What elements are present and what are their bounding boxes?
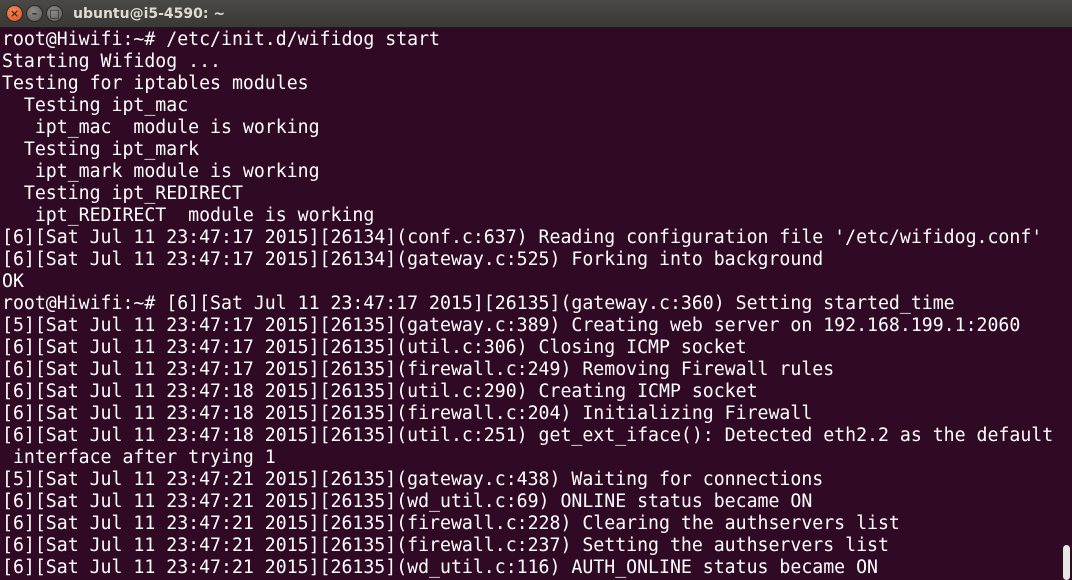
terminal-line: Testing ipt_mark <box>2 139 200 160</box>
terminal-output[interactable]: root@Hiwifi:~# /etc/init.d/wifidog start… <box>2 29 1058 580</box>
terminal-line: root@Hiwifi:~# /etc/init.d/wifidog start <box>2 29 440 50</box>
terminal-line: [6][Sat Jul 11 23:47:18 2015][26135](uti… <box>2 381 758 402</box>
terminal-line: [6][Sat Jul 11 23:47:17 2015][26135](fir… <box>2 359 835 380</box>
scrollbar[interactable] <box>1060 29 1072 580</box>
terminal-line: [6][Sat Jul 11 23:47:17 2015][26134](gat… <box>2 249 824 270</box>
terminal-line: ipt_mark module is working <box>2 161 320 182</box>
terminal-line: OK <box>2 271 24 292</box>
terminal-line: [6][Sat Jul 11 23:47:17 2015][26135](uti… <box>2 337 747 358</box>
maximize-button[interactable]: □ <box>46 5 63 22</box>
terminal-line: [6][Sat Jul 11 23:47:18 2015][26135](fir… <box>2 403 813 424</box>
terminal-line: [5][Sat Jul 11 23:47:21 2015][26135](gat… <box>2 469 824 490</box>
terminal-window: × – □ ubuntu@i5-4590: ~ root@Hiwifi:~# /… <box>0 0 1072 580</box>
terminal-line: [6][Sat Jul 11 23:47:18 2015][26135](uti… <box>2 425 1054 446</box>
terminal-line: Testing for iptables modules <box>2 73 309 94</box>
terminal-line: Testing ipt_mac <box>2 95 189 116</box>
terminal-line: root@Hiwifi:~# [6][Sat Jul 11 23:47:17 2… <box>2 293 955 314</box>
close-button[interactable]: × <box>6 5 23 22</box>
terminal-line: ipt_mac module is working <box>2 117 320 138</box>
terminal-line: ipt_REDIRECT module is working <box>2 205 375 226</box>
terminal-line: [5][Sat Jul 11 23:47:17 2015][26135](gat… <box>2 315 1021 336</box>
title-bar[interactable]: × – □ ubuntu@i5-4590: ~ <box>0 0 1072 28</box>
terminal-line: [6][Sat Jul 11 23:47:21 2015][26135](wd_… <box>2 491 813 512</box>
terminal-line: [6][Sat Jul 11 23:47:21 2015][26135](fir… <box>2 513 900 534</box>
terminal-line: [6][Sat Jul 11 23:47:21 2015][26135](fir… <box>2 535 889 556</box>
terminal-line: [6][Sat Jul 11 23:47:21 2015][26135](wd_… <box>2 557 878 578</box>
window-title: ubuntu@i5-4590: ~ <box>73 6 226 22</box>
terminal-line: interface after trying 1 <box>2 447 276 468</box>
terminal-line: Starting Wifidog ... <box>2 51 221 72</box>
scrollbar-thumb[interactable] <box>1063 545 1070 580</box>
terminal-line: [6][Sat Jul 11 23:47:17 2015][26134](con… <box>2 227 1043 248</box>
terminal-line: Testing ipt_REDIRECT <box>2 183 243 204</box>
minimize-button[interactable]: – <box>26 5 43 22</box>
